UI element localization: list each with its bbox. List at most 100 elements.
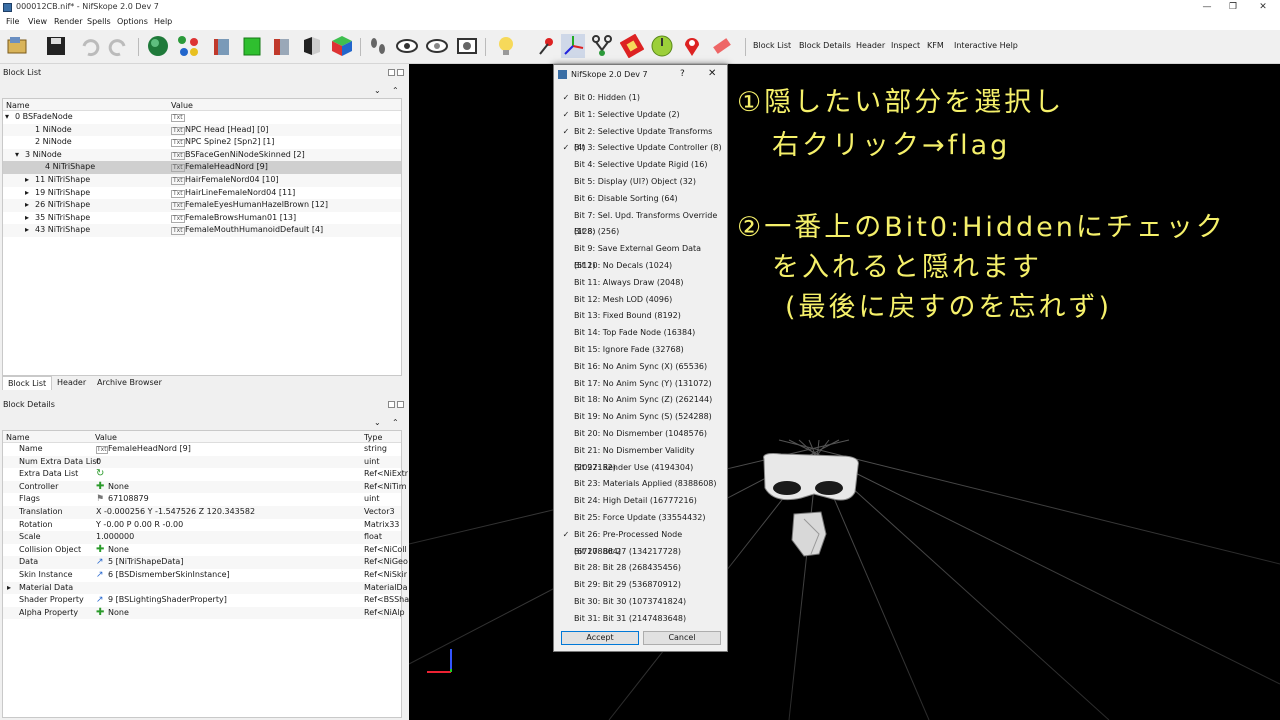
close-window-button[interactable]: ✕ bbox=[1250, 0, 1276, 15]
cancel-button[interactable]: Cancel bbox=[643, 631, 721, 645]
checkbox[interactable] bbox=[562, 262, 570, 270]
bulb-icon[interactable] bbox=[494, 34, 518, 58]
footprints-icon[interactable] bbox=[366, 34, 390, 58]
bit-checkbox-row[interactable]: Bit 16: No Anim Sync (X) (65536) bbox=[562, 359, 722, 376]
cube-color-icon[interactable] bbox=[330, 34, 354, 58]
detail-value[interactable]: 5 [NiTriShapeData] bbox=[108, 556, 183, 569]
bit-checkbox-row[interactable]: Bit 29: Bit 29 (536870912) bbox=[562, 577, 722, 594]
undo-icon[interactable] bbox=[78, 34, 102, 58]
expand-arrow-icon[interactable]: ▾ bbox=[5, 111, 9, 124]
collapse-arrow-icon[interactable]: ▸ bbox=[25, 174, 29, 187]
checkbox[interactable] bbox=[562, 497, 570, 505]
bit-checkbox-row[interactable]: Bit 11: Always Draw (2048) bbox=[562, 275, 722, 292]
checkmark-icon[interactable]: ✓ bbox=[562, 127, 570, 136]
bit-checkbox-row[interactable]: Bit 5: Display (UI?) Object (32) bbox=[562, 174, 722, 191]
block-list-row[interactable]: 2 NiNode Txt NPC Spine2 [Spn2] [1] bbox=[3, 136, 401, 149]
checkbox[interactable] bbox=[562, 161, 570, 169]
checkmark-icon[interactable]: ✓ bbox=[562, 144, 570, 152]
chevron-up-icon[interactable]: ⌃ bbox=[392, 86, 399, 95]
bit-checkbox-row[interactable]: Bit 12: Mesh LOD (4096) bbox=[562, 292, 722, 309]
detail-value[interactable]: None bbox=[108, 481, 129, 494]
bit-checkbox-row[interactable]: Bit 15: Ignore Fade (32768) bbox=[562, 342, 722, 359]
help-button[interactable]: ? bbox=[680, 69, 685, 79]
checkbox[interactable] bbox=[562, 178, 570, 186]
bit-checkbox-row[interactable]: Bit 7: Sel. Upd. Transforms Override (12… bbox=[562, 208, 722, 237]
detail-value[interactable]: 0 bbox=[96, 456, 101, 469]
block-list-row[interactable]: ▾ 0 BSFadeNode Txt bbox=[3, 111, 401, 124]
detail-row[interactable]: Num Extra Data List 0 uint bbox=[3, 455, 401, 469]
bit-checkbox-row[interactable]: Bit 10: No Decals (1024) bbox=[562, 258, 722, 275]
maximize-button[interactable]: ❐ bbox=[1220, 0, 1246, 15]
save-icon[interactable] bbox=[44, 34, 68, 58]
checkbox[interactable] bbox=[562, 447, 570, 455]
detail-value[interactable]: None bbox=[108, 607, 129, 620]
checkbox[interactable] bbox=[562, 514, 570, 522]
column-value[interactable]: Value bbox=[95, 433, 117, 442]
bit-checkbox-row[interactable]: ✓ Bit 1: Selective Update (2) bbox=[562, 107, 722, 124]
detail-row[interactable]: Alpha Property ✚ None Ref<NiAlp bbox=[3, 606, 405, 620]
cube-split-icon[interactable] bbox=[300, 34, 324, 58]
checkbox[interactable] bbox=[562, 363, 570, 371]
checkbox[interactable] bbox=[562, 212, 570, 220]
axes-icon[interactable] bbox=[561, 34, 585, 58]
block-list-row[interactable]: 1 NiNode Txt NPC Head [Head] [0] bbox=[3, 123, 401, 137]
detail-row[interactable]: Scale 1.000000 float bbox=[3, 531, 401, 544]
detail-value[interactable]: X -0.000256 Y -1.547526 Z 120.343582 bbox=[96, 506, 255, 519]
detail-row[interactable]: Translation X -0.000256 Y -1.547526 Z 120… bbox=[3, 506, 401, 519]
bit-checkbox-row[interactable]: Bit 24: High Detail (16777216) bbox=[562, 493, 722, 510]
bit-checkbox-row[interactable]: Bit 13: Fixed Bound (8192) bbox=[562, 308, 722, 325]
chevron-down-icon[interactable]: ⌄ bbox=[374, 418, 381, 427]
eye-icon[interactable] bbox=[395, 34, 419, 58]
column-name[interactable]: Name bbox=[6, 101, 30, 110]
detail-value[interactable]: None bbox=[108, 544, 129, 557]
bit-checkbox-row[interactable]: ✓ Bit 3: Selective Update Controller (8) bbox=[562, 140, 722, 157]
detail-value[interactable]: 1.000000 bbox=[96, 531, 134, 544]
bit-checkbox-row[interactable]: Bit 28: Bit 28 (268435456) bbox=[562, 560, 722, 577]
tab-header[interactable]: Header bbox=[52, 376, 91, 390]
checkbox[interactable] bbox=[562, 564, 570, 572]
checkbox[interactable] bbox=[562, 430, 570, 438]
column-type[interactable]: Type bbox=[364, 433, 382, 442]
checkmark-icon[interactable]: ✓ bbox=[562, 110, 570, 119]
checkmark-icon[interactable]: ✓ bbox=[562, 530, 570, 539]
chevron-down-icon[interactable]: ⌄ bbox=[374, 86, 381, 95]
checkmark-icon[interactable]: ✓ bbox=[562, 94, 570, 102]
close-icon[interactable] bbox=[397, 401, 404, 408]
sphere-icon[interactable] bbox=[146, 34, 170, 58]
minimize-button[interactable]: — bbox=[1194, 0, 1220, 15]
checkbox[interactable] bbox=[562, 380, 570, 388]
bit-checkbox-row[interactable]: ✓ Bit 0: Hidden (1) bbox=[562, 90, 722, 107]
bit-checkbox-row[interactable]: Bit 22: Render Use (4194304) bbox=[562, 460, 722, 477]
detail-row[interactable]: ▸ Material Data MaterialDa bbox=[3, 581, 408, 595]
block-list-row[interactable]: ▸ 26 NiTriShape Txt FemaleEyesHumanHazelBro… bbox=[3, 199, 401, 212]
block-details-button[interactable]: Block Details bbox=[799, 41, 851, 50]
header-button[interactable]: Header bbox=[856, 41, 885, 50]
tab-archive-browser[interactable]: Archive Browser bbox=[92, 376, 167, 390]
flag-icon[interactable] bbox=[620, 34, 644, 58]
interactive-help-button[interactable]: Interactive Help bbox=[954, 41, 1018, 50]
bit-checkbox-row[interactable]: Bit 23: Materials Applied (8388608) bbox=[562, 476, 722, 493]
inspect-button[interactable]: Inspect bbox=[891, 41, 920, 50]
block-list-button[interactable]: Block List bbox=[753, 41, 791, 50]
cube-red-icon[interactable] bbox=[210, 34, 234, 58]
pin-red-icon[interactable] bbox=[534, 34, 558, 58]
detail-value[interactable]: FemaleHeadNord [9] bbox=[108, 443, 191, 456]
kfm-button[interactable]: KFM bbox=[927, 41, 944, 50]
expand-arrow-icon[interactable]: ▾ bbox=[15, 149, 19, 162]
detail-row[interactable]: Controller ✚ None Ref<NiTim bbox=[3, 480, 407, 494]
bit-checkbox-row[interactable]: Bit 17: No Anim Sync (Y) (131072) bbox=[562, 376, 722, 393]
eraser-icon[interactable] bbox=[710, 34, 734, 58]
circle-green-icon[interactable] bbox=[650, 34, 674, 58]
cube-green-icon[interactable] bbox=[240, 34, 264, 58]
bit-checkbox-row[interactable]: Bit 21: No Dismember Validity (2097152) bbox=[562, 443, 722, 472]
checkbox[interactable] bbox=[562, 312, 570, 320]
cube-red2-icon[interactable] bbox=[270, 34, 294, 58]
detail-value[interactable]: 9 [BSLightingShaderProperty] bbox=[108, 594, 227, 607]
close-dialog-button[interactable]: ✕ bbox=[708, 68, 716, 79]
bit-checkbox-row[interactable]: Bit 30: Bit 30 (1073741824) bbox=[562, 594, 722, 611]
detail-row[interactable]: Name Txt FemaleHeadNord [9] string bbox=[3, 443, 401, 456]
bit-checkbox-row[interactable]: Bit 8: (256) bbox=[562, 224, 722, 241]
bit-checkbox-row[interactable]: Bit 31: Bit 31 (2147483648) bbox=[562, 611, 722, 628]
checkbox[interactable] bbox=[562, 346, 570, 354]
menu-help[interactable]: Help bbox=[154, 17, 172, 26]
